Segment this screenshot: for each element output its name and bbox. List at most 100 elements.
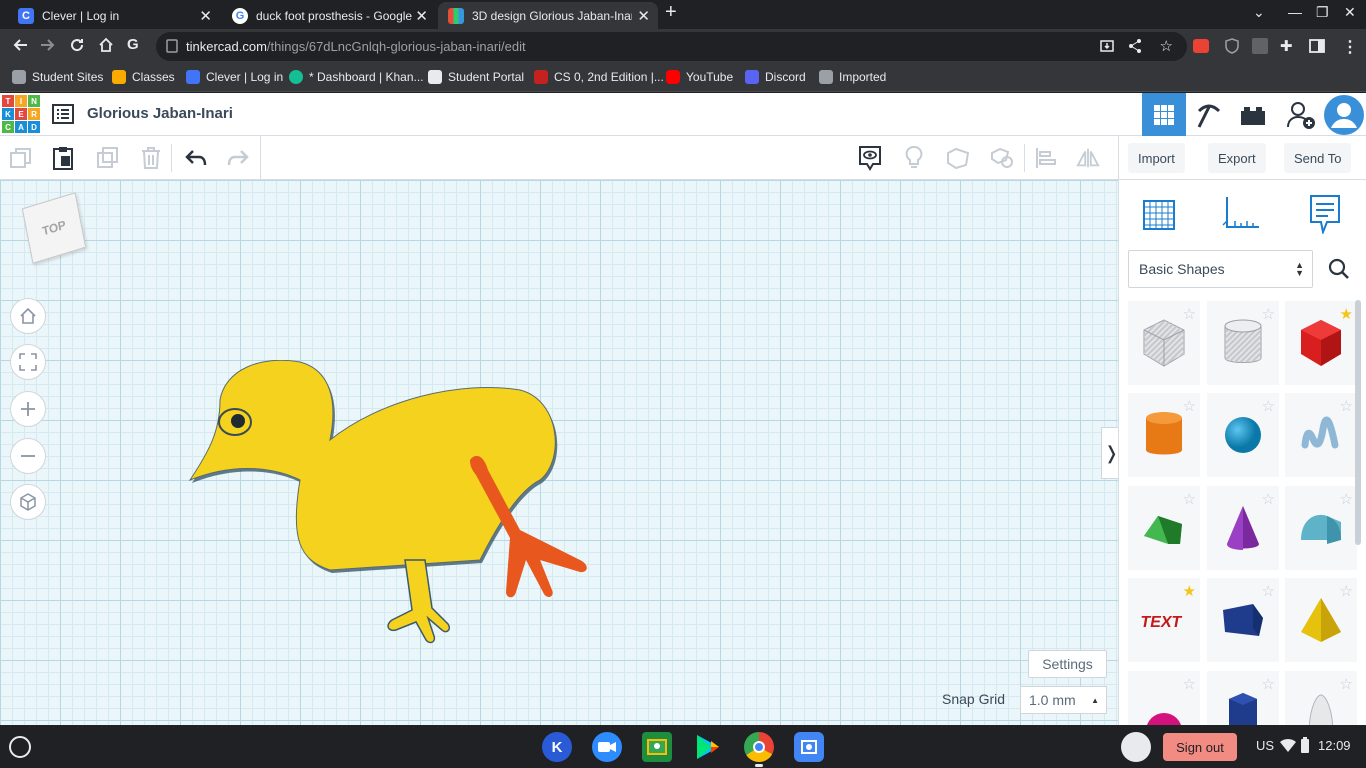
zoom-app-icon[interactable] [592, 732, 622, 762]
restore-icon[interactable]: ❐ [1316, 4, 1329, 21]
extensions-puzzle-icon[interactable]: ✚ [1280, 37, 1293, 55]
workplane-tab[interactable] [1137, 192, 1181, 236]
tab-search-icon[interactable]: ⌄ [1253, 4, 1265, 21]
bricks-view-button[interactable] [1231, 93, 1275, 136]
favorite-star-icon[interactable]: ☆ [1340, 399, 1353, 414]
align-icon[interactable] [1034, 146, 1058, 170]
duplicate-icon[interactable] [96, 146, 120, 170]
shape-hexagonal-prism[interactable]: ☆ [1207, 671, 1279, 725]
favorite-star-icon[interactable]: ☆ [1340, 584, 1353, 599]
tinkercad-logo[interactable]: T I N K E R C A D [2, 95, 40, 133]
copy-icon[interactable] [9, 146, 33, 170]
shield-extension-icon[interactable] [1224, 38, 1240, 59]
group-icon[interactable] [946, 146, 970, 170]
panel-scrollbar[interactable] [1355, 300, 1361, 545]
reload-icon[interactable] [69, 37, 85, 58]
address-bar[interactable]: tinkercad.com/things/67dLncGnlqh-gloriou… [156, 32, 1187, 61]
snap-grid-select[interactable]: 1.0 mm ▲ [1020, 686, 1107, 714]
browser-menu-icon[interactable]: ⋮ [1342, 37, 1358, 57]
side-panel-icon[interactable] [1309, 38, 1325, 59]
keyboard-locale[interactable]: US [1256, 738, 1274, 753]
shape-roof[interactable]: ☆ [1128, 486, 1200, 570]
ungroup-icon[interactable] [990, 146, 1014, 170]
shape-cone[interactable]: ☆ [1207, 486, 1279, 570]
minimize-icon[interactable]: — [1288, 4, 1302, 20]
favorite-star-icon[interactable]: ☆ [1340, 677, 1353, 692]
blocks-view-button[interactable] [1187, 93, 1231, 136]
favorite-star-icon[interactable]: ☆ [1262, 307, 1275, 322]
fit-view-button[interactable] [10, 344, 46, 380]
favorite-star-icon[interactable]: ☆ [1262, 584, 1275, 599]
perspective-toggle-button[interactable] [10, 484, 46, 520]
zoom-out-button[interactable] [10, 438, 46, 474]
shape-cylinder[interactable]: ☆ [1128, 393, 1200, 477]
favorite-star-icon[interactable]: ☆ [1262, 677, 1275, 692]
home-icon[interactable] [98, 37, 114, 58]
home-view-button[interactable] [10, 298, 46, 334]
mirror-icon[interactable] [1076, 146, 1100, 170]
settings-button[interactable]: Settings [1028, 650, 1107, 678]
notes-visibility-icon[interactable] [858, 146, 882, 171]
extension-gray-icon[interactable] [1252, 38, 1268, 54]
favorite-star-filled-icon[interactable]: ★ [1183, 584, 1196, 599]
bookmark-discord[interactable]: Discord [745, 70, 806, 84]
favorite-star-icon[interactable]: ☆ [1183, 677, 1196, 692]
bookmark-student-portal[interactable]: Student Portal [428, 70, 524, 84]
favorite-star-icon[interactable]: ☆ [1340, 492, 1353, 507]
design-list-icon[interactable] [52, 104, 74, 129]
invite-people-button[interactable] [1279, 93, 1323, 136]
battery-icon[interactable] [1300, 737, 1310, 758]
shape-polygon[interactable]: ☆ [1207, 578, 1279, 662]
close-tab-icon[interactable]: ✕ [199, 7, 212, 25]
notes-tab[interactable] [1303, 192, 1347, 236]
share-icon[interactable] [1127, 38, 1143, 57]
shape-paraboloid[interactable]: ☆ [1285, 671, 1357, 725]
bookmark-imported[interactable]: Imported [819, 70, 886, 84]
bookmark-classes[interactable]: Classes [112, 70, 175, 84]
favorite-star-filled-icon[interactable]: ★ [1340, 307, 1353, 322]
redo-icon[interactable] [226, 146, 250, 170]
favorite-star-icon[interactable]: ☆ [1262, 492, 1275, 507]
launcher-icon[interactable] [9, 736, 31, 758]
bookmark-star-icon[interactable]: ☆ [1160, 37, 1173, 55]
shape-round-roof[interactable]: ☆ [1285, 486, 1357, 570]
send-to-button[interactable]: Send To [1284, 143, 1352, 173]
screencast-app-icon[interactable] [794, 732, 824, 762]
forward-arrow-icon[interactable] [40, 37, 56, 58]
undo-icon[interactable] [184, 146, 208, 170]
favorite-star-icon[interactable]: ☆ [1183, 399, 1196, 414]
collapse-panel-button[interactable]: ❭ [1101, 427, 1118, 479]
shape-box-hole[interactable]: ☆ [1128, 301, 1200, 385]
shape-sphere[interactable]: ☆ [1207, 393, 1279, 477]
tab-tinkercad[interactable]: 3D design Glorious Jaban-Inari | ✕ [438, 2, 658, 29]
new-tab-button[interactable]: + [665, 1, 677, 24]
classroom-app-icon[interactable] [642, 732, 672, 762]
paste-icon[interactable] [51, 146, 75, 170]
design-title[interactable]: Glorious Jaban-Inari [87, 105, 233, 122]
favorite-star-icon[interactable]: ☆ [1183, 492, 1196, 507]
shape-category-select[interactable]: Basic Shapes ▲ ▼ [1128, 250, 1313, 288]
3d-view-button[interactable] [1142, 93, 1186, 136]
shape-box[interactable]: ★ [1285, 301, 1357, 385]
google-icon[interactable]: G [127, 36, 139, 53]
favorite-star-icon[interactable]: ☆ [1262, 399, 1275, 414]
window-close-icon[interactable]: ✕ [1344, 4, 1356, 21]
export-button[interactable]: Export [1208, 143, 1266, 173]
close-tab-icon[interactable]: ✕ [637, 7, 650, 25]
back-arrow-icon[interactable] [12, 37, 28, 58]
clock[interactable]: 12:09 [1318, 738, 1351, 753]
duck-model[interactable] [180, 360, 600, 660]
bookmark-youtube[interactable]: YouTube [666, 70, 733, 84]
shape-search-button[interactable] [1323, 253, 1355, 285]
kami-app-icon[interactable]: K [542, 732, 572, 762]
ruler-tab[interactable] [1219, 192, 1263, 236]
shape-text[interactable]: TEXT ★ [1128, 578, 1200, 662]
bookmark-khan[interactable]: * Dashboard | Khan... [289, 70, 424, 84]
bookmark-cs0[interactable]: CS 0, 2nd Edition |... [534, 70, 664, 84]
close-tab-icon[interactable]: ✕ [415, 7, 428, 25]
shape-half-sphere[interactable]: ☆ [1128, 671, 1200, 725]
delete-trash-icon[interactable] [139, 146, 163, 170]
play-store-app-icon[interactable] [693, 732, 723, 762]
site-info-icon[interactable] [166, 39, 178, 56]
import-button[interactable]: Import [1128, 143, 1185, 173]
